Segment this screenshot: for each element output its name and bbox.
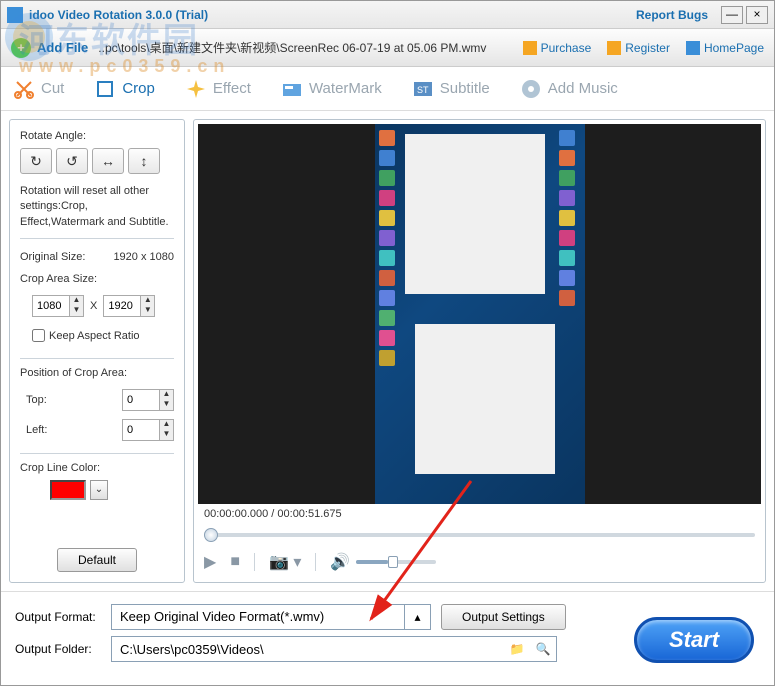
start-button[interactable]: Start [634, 617, 754, 663]
addfile-bar: + Add File ..pc\tools\桌面\新建文件夹\新视频\Scree… [1, 29, 774, 67]
chevron-up-icon: ▴ [404, 605, 430, 629]
plus-icon: + [11, 38, 31, 58]
rotate-ccw-button[interactable]: ↺ [56, 148, 88, 174]
subtitle-icon: ST [412, 78, 434, 100]
tab-cut[interactable]: Cut [13, 78, 64, 100]
output-folder-label: Output Folder: [15, 642, 101, 656]
snapshot-button[interactable]: 📷 ▾ [269, 552, 301, 572]
crop-line-color-dropdown[interactable]: ⌄ [90, 480, 108, 500]
tab-crop[interactable]: Crop [94, 78, 155, 100]
original-size-value: 1920 x 1080 [113, 251, 174, 263]
flip-vertical-button[interactable]: ↕ [128, 148, 160, 174]
crop-top-stepper[interactable]: ▲▼ [122, 389, 174, 411]
output-format-label: Output Format: [15, 610, 101, 624]
video-preview[interactable] [198, 124, 761, 504]
crop-area-size-label: Crop Area Size: [20, 273, 174, 285]
minimize-button[interactable]: — [721, 6, 743, 24]
play-button[interactable]: ▶ [204, 552, 216, 572]
file-path: ..pc\tools\桌面\新建文件夹\新视频\ScreenRec 06-07-… [98, 39, 506, 56]
music-icon [520, 78, 542, 100]
crop-width-stepper[interactable]: ▲▼ [32, 295, 84, 317]
folder-open-icon[interactable]: 📁 [504, 637, 530, 661]
default-button[interactable]: Default [57, 548, 137, 572]
window-title: idoo Video Rotation 3.0.0 (Trial) [29, 8, 636, 22]
rotate-reset-note: Rotation will reset all other settings:C… [20, 184, 174, 230]
crop-sidebar: Rotate Angle: ↻ ↺ ↔ ↕ Rotation will rese… [9, 119, 185, 583]
main-toolbar: Cut Crop Effect WaterMark STSubtitle Add… [1, 67, 774, 111]
preview-panel: 00:00:00.000 / 00:00:51.675 ▶ ■ 📷 ▾ 🔊 [193, 119, 766, 583]
tab-addmusic[interactable]: Add Music [520, 78, 618, 100]
crop-position-label: Position of Crop Area: [20, 367, 174, 379]
sparkle-icon [185, 78, 207, 100]
stop-button[interactable]: ■ [230, 553, 240, 571]
titlebar: idoo Video Rotation 3.0.0 (Trial) Report… [1, 1, 774, 29]
crop-line-color-label: Crop Line Color: [20, 462, 174, 474]
flip-horizontal-button[interactable]: ↔ [92, 148, 124, 174]
search-folder-icon[interactable]: 🔍 [530, 637, 556, 661]
report-bugs-link[interactable]: Report Bugs [636, 8, 708, 22]
close-button[interactable]: × [746, 6, 768, 24]
crop-icon [94, 78, 116, 100]
crop-left-stepper[interactable]: ▲▼ [122, 419, 174, 441]
tab-watermark[interactable]: WaterMark [281, 78, 382, 100]
register-link[interactable]: Register [607, 41, 670, 55]
output-settings-button[interactable]: Output Settings [441, 604, 566, 630]
home-icon [686, 41, 700, 55]
original-size-label: Original Size: [20, 251, 85, 263]
app-icon [7, 7, 23, 23]
volume-icon[interactable]: 🔊 [330, 552, 350, 572]
tab-subtitle[interactable]: STSubtitle [412, 78, 490, 100]
output-folder-input[interactable] [112, 637, 504, 661]
cart-icon [523, 41, 537, 55]
tab-effect[interactable]: Effect [185, 78, 251, 100]
rotate-cw-button[interactable]: ↻ [20, 148, 52, 174]
output-format-select[interactable]: Keep Original Video Format(*.wmv) ▴ [111, 604, 431, 630]
rotate-angle-label: Rotate Angle: [20, 130, 174, 142]
svg-text:ST: ST [417, 85, 429, 95]
purchase-link[interactable]: Purchase [523, 41, 592, 55]
keep-aspect-checkbox[interactable]: Keep Aspect Ratio [32, 329, 174, 342]
key-icon [607, 41, 621, 55]
crop-line-color-swatch[interactable] [50, 480, 86, 500]
volume-slider[interactable] [356, 560, 436, 564]
seek-slider[interactable] [204, 526, 755, 544]
watermark-icon [281, 78, 303, 100]
add-file-button[interactable]: + Add File [11, 38, 88, 58]
scissors-icon [13, 78, 35, 100]
time-display: 00:00:00.000 / 00:00:51.675 [198, 504, 761, 524]
homepage-link[interactable]: HomePage [686, 41, 764, 55]
crop-height-stepper[interactable]: ▲▼ [103, 295, 155, 317]
